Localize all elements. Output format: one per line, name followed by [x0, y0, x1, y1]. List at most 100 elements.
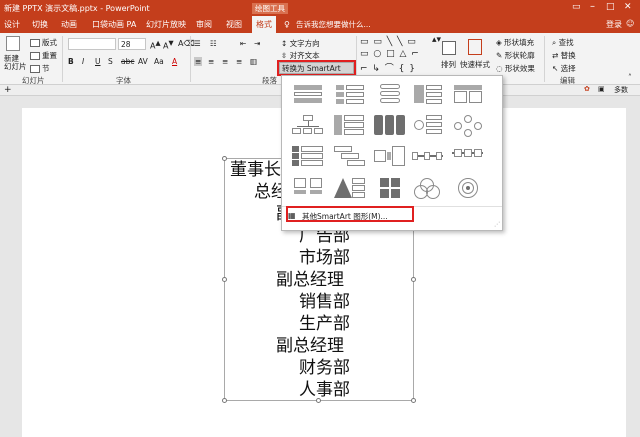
- view-icon[interactable]: ▣: [598, 85, 605, 93]
- close-icon[interactable]: ✕: [624, 2, 632, 12]
- justify-icon[interactable]: ≡: [236, 57, 242, 66]
- text-direction-button[interactable]: ↕ 文字方向: [281, 38, 320, 49]
- ribbon-tab-bar: 设计 切换 动画 口袋动画 PA 幻灯片放映 审阅 视图 ♀ 告诉我您想要做什么…: [0, 16, 640, 33]
- tab-design[interactable]: 设计: [4, 19, 20, 30]
- align-right-icon[interactable]: ≡: [222, 57, 228, 66]
- pen-icon: ✎: [496, 51, 505, 60]
- gear-icon[interactable]: ✿: [584, 85, 590, 93]
- reset-icon: [30, 52, 40, 60]
- resize-handle-mr[interactable]: [411, 277, 416, 282]
- tab-pocket-animation[interactable]: 口袋动画 PA: [92, 19, 136, 30]
- smartart-option-timeline[interactable]: [452, 146, 484, 168]
- new-slide-icon[interactable]: [6, 36, 20, 51]
- tab-view[interactable]: 视图: [226, 19, 242, 30]
- lightbulb-icon: ♀: [284, 20, 290, 29]
- numbering-icon[interactable]: ☷: [210, 39, 217, 48]
- replace-label: 替换: [560, 51, 576, 60]
- align-left-icon[interactable]: ≡: [194, 57, 203, 66]
- smartart-option-stacked[interactable]: [374, 83, 406, 105]
- columns-icon[interactable]: ▥: [250, 57, 257, 66]
- tab-transitions[interactable]: 切换: [32, 19, 48, 30]
- smartart-option-cycle[interactable]: [452, 115, 484, 137]
- replace-icon: ⇄: [552, 51, 561, 60]
- section-button[interactable]: 节: [30, 63, 50, 74]
- smartart-option-staggered[interactable]: [334, 146, 366, 168]
- smartart-option-target[interactable]: [452, 178, 484, 200]
- tell-me-box[interactable]: 告诉我您想要做什么...: [296, 19, 371, 30]
- shape-effects-button[interactable]: ◌ 形状效果: [496, 63, 535, 74]
- shadow-icon[interactable]: S: [108, 57, 113, 66]
- smartart-option-circle-list[interactable]: [412, 115, 444, 137]
- font-color-icon[interactable]: A: [172, 57, 177, 66]
- shrink-font-icon[interactable]: A▼: [163, 39, 174, 51]
- resize-handle-ml[interactable]: [222, 277, 227, 282]
- quick-styles-button[interactable]: 快速样式: [460, 59, 490, 70]
- underline-icon[interactable]: U: [95, 57, 101, 66]
- font-name-field[interactable]: [68, 38, 116, 50]
- layout-button[interactable]: 版式: [30, 37, 57, 48]
- smartart-option-venn[interactable]: [412, 178, 444, 200]
- change-case-icon[interactable]: Aa: [154, 57, 164, 66]
- text-direction-label: 文字方向: [289, 39, 320, 48]
- login-button[interactable]: 登录: [606, 19, 622, 30]
- decrease-indent-icon[interactable]: ⇤: [240, 39, 246, 48]
- smartart-option-list[interactable]: [334, 83, 366, 105]
- clear-format-icon[interactable]: A⌫: [178, 39, 195, 48]
- align-text-label: 对齐文本: [289, 51, 320, 60]
- smartart-option-process-arrow[interactable]: [412, 146, 444, 168]
- shape-effects-label: 形状效果: [504, 64, 535, 73]
- smartart-option-vertical-block[interactable]: [292, 146, 324, 168]
- layout-icon: [30, 39, 40, 47]
- slide-text-line: 市场部: [299, 248, 350, 268]
- smartart-option-matrix[interactable]: [374, 178, 406, 200]
- smartart-option-org-chart[interactable]: [292, 115, 324, 137]
- increase-indent-icon[interactable]: ⇥: [254, 39, 260, 48]
- tab-animations[interactable]: 动画: [61, 19, 77, 30]
- window-title: 新建 PPTX 演示文稿.pptx - PowerPoint: [4, 4, 150, 13]
- italic-icon[interactable]: I: [82, 57, 84, 66]
- tab-slideshow[interactable]: 幻灯片放映: [146, 19, 186, 30]
- new-slide-button[interactable]: 新建 幻灯片: [4, 55, 27, 71]
- char-spacing-icon[interactable]: AV: [138, 57, 148, 66]
- reset-button[interactable]: 重置: [30, 50, 57, 61]
- resize-handle-bl[interactable]: [222, 398, 227, 403]
- bold-icon[interactable]: B: [68, 57, 74, 66]
- add-icon[interactable]: +: [4, 85, 12, 95]
- replace-button[interactable]: ⇄ 替换: [552, 50, 576, 61]
- collapse-ribbon-icon[interactable]: ˄: [628, 73, 632, 82]
- maximize-icon[interactable]: □: [606, 2, 615, 12]
- smartart-option-block-list[interactable]: [334, 115, 366, 137]
- smartart-option-pyramid[interactable]: [334, 178, 366, 200]
- smartart-option-horizontal[interactable]: [452, 83, 484, 105]
- smartart-option-cards[interactable]: [374, 115, 406, 137]
- minimize-icon[interactable]: –: [590, 1, 595, 12]
- arrange-button[interactable]: 排列: [441, 59, 456, 70]
- slide-text-line: 生产部: [299, 314, 350, 334]
- align-center-icon[interactable]: ≡: [208, 57, 214, 66]
- smartart-highlight: [277, 60, 356, 76]
- strikethrough-icon[interactable]: abc: [121, 57, 134, 66]
- tab-format[interactable]: 格式: [252, 16, 276, 33]
- shapes-gallery[interactable]: ▭ ▭ ╲ ╲ ▭ ▭ ○ □ △ ⌐ ⌐ ↳ ⌒ { }: [360, 37, 432, 74]
- shapes-more-icon[interactable]: ▴▾: [432, 35, 441, 45]
- grow-font-icon[interactable]: A▲: [150, 39, 161, 51]
- font-size-field[interactable]: 28: [118, 38, 146, 50]
- smartart-option-picture-list[interactable]: [292, 178, 324, 200]
- resize-handle-tl[interactable]: [222, 156, 227, 161]
- shape-fill-button[interactable]: ◈ 形状填充: [496, 37, 534, 48]
- resize-handle-br[interactable]: [411, 398, 416, 403]
- find-button[interactable]: ⌕ 查找: [552, 37, 574, 48]
- paint-bucket-icon: ◈: [496, 38, 505, 47]
- smartart-option-vertical-bullet[interactable]: [292, 83, 324, 105]
- smartart-option-chevron[interactable]: [374, 146, 406, 168]
- resize-grip-icon[interactable]: ⋰: [494, 221, 500, 228]
- tab-review[interactable]: 审阅: [196, 19, 212, 30]
- bullets-icon[interactable]: ☰: [194, 39, 201, 48]
- shape-outline-button[interactable]: ✎ 形状轮廓: [496, 50, 535, 61]
- select-button[interactable]: ↖ 选择: [552, 63, 576, 74]
- effects-icon: ◌: [496, 64, 505, 73]
- smartart-option-grouped[interactable]: [412, 83, 444, 105]
- person-icon[interactable]: ☺: [626, 19, 634, 28]
- section-icon: [30, 65, 40, 73]
- ribbon-display-icon[interactable]: ▭: [572, 2, 581, 12]
